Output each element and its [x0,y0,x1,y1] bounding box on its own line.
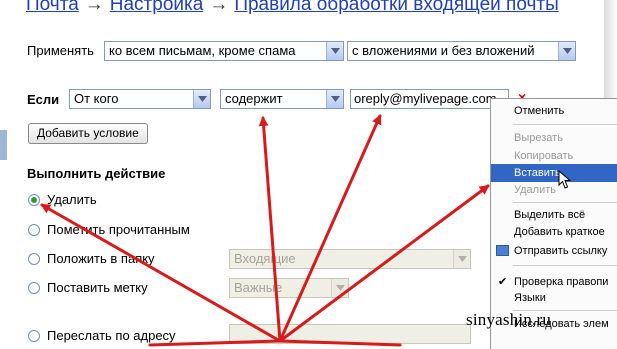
envelope-icon [496,245,509,256]
arrow-to-bottom-left [148,339,282,347]
menu-item-cut[interactable]: Вырезать [491,129,617,147]
menu-item-copy[interactable]: Копировать [491,147,617,165]
arrow-to-paste-item [278,184,490,343]
screenshot-frame: Почта → Настройка → Правила обработки входящ… [0,0,617,349]
menu-separator [513,202,617,203]
menu-item-languages[interactable]: Языки [491,289,617,307]
arrow-to-value-input [278,114,382,343]
menu-item-paste[interactable]: Вставить [491,164,617,182]
menu-item-send-link[interactable]: Отправить ссылку [491,242,617,260]
menu-separator [513,265,617,266]
menu-item-select-all[interactable]: Выделить всё [491,206,617,224]
menu-item-add-shortcut[interactable]: Добавить краткое [491,223,617,241]
menu-separator [513,124,617,125]
menu-item-spellcheck-label: Проверка правопи [514,276,609,288]
menu-item-delete[interactable]: Удалить [491,181,617,199]
menu-item-send-link-label: Отправить ссылку [514,245,608,257]
menu-item-undo[interactable]: Отменить [491,102,617,120]
mouse-cursor-icon [558,170,572,189]
arrow-to-bottom-right [278,339,402,347]
arrow-to-field-select [258,116,282,343]
watermark: sinyashin.ru [466,310,552,329]
arrow-to-delete-radio [40,203,282,343]
